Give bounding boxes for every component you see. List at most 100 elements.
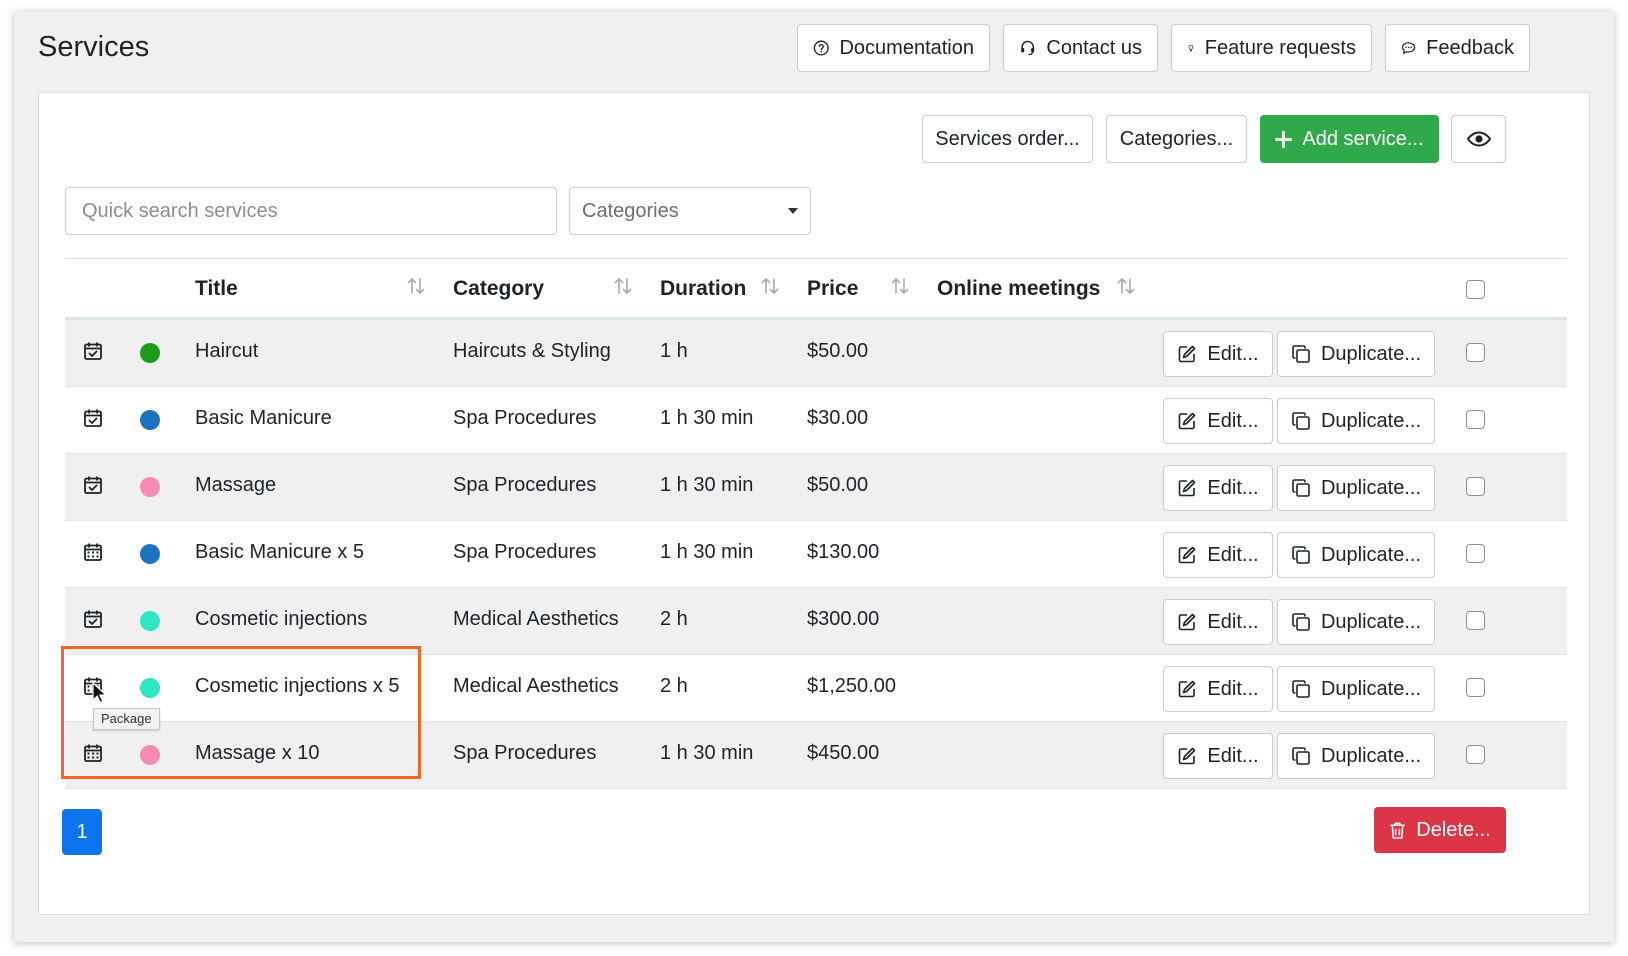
table-row: Basic Manicure Spa Procedures 1 h 30 min $3… [65,387,1567,454]
table-header: Title Category Duration Price Online mee… [65,258,1567,320]
color-dot [140,343,160,363]
row-checkbox[interactable] [1466,745,1485,764]
color-dot [140,678,160,698]
column-title[interactable]: Title [195,277,238,301]
calendar-check-icon [84,342,102,360]
service-category: Medical Aesthetics [453,675,619,697]
service-title: Cosmetic injections [195,608,368,630]
row-checkbox[interactable] [1466,343,1485,362]
edit-button[interactable]: Edit... [1163,666,1273,712]
edit-label: Edit... [1207,677,1259,700]
contact-us-button[interactable]: Contact us [1003,24,1158,72]
sort-icon[interactable] [1115,275,1137,297]
edit-button[interactable]: Edit... [1163,398,1273,444]
mouse-cursor-icon [92,682,107,704]
calendar-package-icon [84,543,102,561]
duplicate-icon [1292,345,1310,363]
feature-requests-label: Feature requests [1204,36,1356,59]
duplicate-button[interactable]: Duplicate... [1277,465,1435,511]
trash-icon [1390,822,1405,839]
color-dot [140,544,160,564]
question-circle-icon [813,40,829,56]
edit-icon [1179,747,1196,765]
edit-button[interactable]: Edit... [1163,733,1273,779]
column-online-meetings[interactable]: Online meetings [937,277,1100,301]
edit-label: Edit... [1207,543,1259,566]
service-duration: 1 h [660,340,688,362]
services-order-button[interactable]: Services order... [922,115,1093,163]
pagination-page-1[interactable]: 1 [62,809,102,855]
duplicate-label: Duplicate... [1320,744,1422,767]
column-price[interactable]: Price [807,277,858,301]
edit-label: Edit... [1207,476,1259,499]
edit-button[interactable]: Edit... [1163,532,1273,578]
edit-icon [1179,345,1196,363]
documentation-button[interactable]: Documentation [797,24,990,72]
service-title: Cosmetic injections x 5 [195,675,400,697]
sort-icon[interactable] [405,275,427,297]
categories-button[interactable]: Categories... [1106,115,1247,163]
service-title: Massage x 10 [195,742,320,764]
feature-requests-button[interactable]: Feature requests [1171,24,1372,72]
duplicate-button[interactable]: Duplicate... [1277,532,1435,578]
service-category: Spa Procedures [453,742,597,764]
contact-us-label: Contact us [1046,36,1142,59]
column-duration[interactable]: Duration [660,277,746,301]
service-duration: 2 h [660,675,688,697]
column-category[interactable]: Category [453,277,544,301]
edit-icon [1179,613,1196,631]
duplicate-button[interactable]: Duplicate... [1277,666,1435,712]
service-category: Haircuts & Styling [453,340,611,362]
categories-select[interactable]: Categories [569,187,811,235]
row-checkbox[interactable] [1466,678,1485,697]
sort-icon[interactable] [889,275,911,297]
service-title: Haircut [195,340,259,362]
edit-button[interactable]: Edit... [1163,331,1273,377]
duplicate-icon [1292,479,1310,497]
service-title: Basic Manicure x 5 [195,541,364,563]
duplicate-button[interactable]: Duplicate... [1277,331,1435,377]
service-category: Spa Procedures [453,407,597,429]
edit-button[interactable]: Edit... [1163,599,1273,645]
service-price: $30.00 [807,407,869,429]
row-checkbox[interactable] [1466,544,1485,563]
services-table: Title Category Duration Price Online mee… [65,258,1567,789]
duplicate-label: Duplicate... [1320,342,1422,365]
sort-icon[interactable] [759,275,781,297]
table-row: Massage Spa Procedures 1 h 30 min $50.00 Edi… [65,454,1567,521]
edit-label: Edit... [1207,744,1259,767]
service-duration: 2 h [660,608,688,630]
service-category: Spa Procedures [453,541,597,563]
edit-button[interactable]: Edit... [1163,465,1273,511]
row-checkbox[interactable] [1466,477,1485,496]
duplicate-icon [1292,412,1310,430]
duplicate-icon [1292,747,1310,765]
feedback-button[interactable]: Feedback [1385,24,1530,72]
duplicate-label: Duplicate... [1320,610,1422,633]
service-duration: 1 h 30 min [660,541,754,563]
duplicate-button[interactable]: Duplicate... [1277,733,1435,779]
sort-icon[interactable] [612,275,634,297]
delete-button[interactable]: Delete... [1374,807,1506,853]
row-checkbox[interactable] [1466,611,1485,630]
service-price: $50.00 [807,340,869,362]
chat-icon [1401,42,1416,54]
add-service-button[interactable]: Add service... [1260,115,1439,163]
row-checkbox[interactable] [1466,410,1485,429]
calendar-check-icon [84,476,102,494]
edit-label: Edit... [1207,610,1259,633]
calendar-check-icon [84,409,102,427]
duplicate-button[interactable]: Duplicate... [1277,599,1435,645]
edit-label: Edit... [1207,342,1259,365]
select-all-checkbox[interactable] [1466,280,1485,299]
service-price: $50.00 [807,474,869,496]
toggle-visibility-button[interactable] [1451,115,1506,163]
eye-icon [1466,131,1491,147]
service-price: $1,250.00 [807,675,896,697]
duplicate-icon [1292,680,1310,698]
table-row: Massage x 10 Spa Procedures 1 h 30 min $450… [65,722,1567,789]
service-category: Spa Procedures [453,474,597,496]
duplicate-button[interactable]: Duplicate... [1277,398,1435,444]
color-dot [140,745,160,765]
quick-search-input[interactable] [65,187,557,235]
